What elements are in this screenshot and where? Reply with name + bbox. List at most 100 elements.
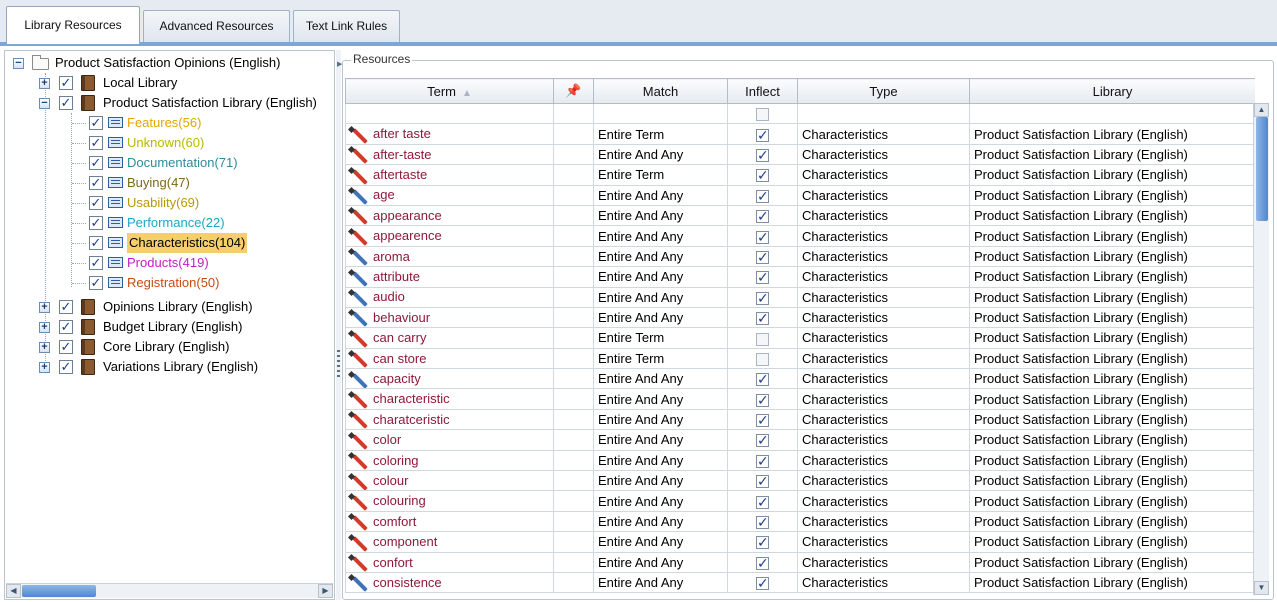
table-row[interactable]: aftertaste Entire Term ✓ Characteristics Pro… (345, 164, 1255, 186)
tree-type-item[interactable]: ✓ Characteristics(104) (5, 233, 335, 253)
table-row[interactable]: color Entire And Any ✓ Characteristics Produ… (345, 429, 1255, 451)
library-cell[interactable]: Product Satisfaction Library (English) (969, 225, 1255, 247)
checkbox-icon[interactable]: ✓ (59, 76, 73, 90)
tree-item-opinions-library[interactable]: + ✓ Opinions Library (English) (5, 297, 335, 317)
library-cell[interactable]: Product Satisfaction Library (English) (969, 306, 1255, 329)
inflect-checkbox[interactable]: ✓ (756, 230, 769, 244)
type-cell[interactable]: Characteristics (797, 184, 970, 206)
term-cell[interactable]: comfort (345, 510, 554, 533)
tab-advanced-resources[interactable]: Advanced Resources (143, 10, 290, 42)
inflect-cell[interactable]: ✓ (727, 266, 798, 288)
inflect-cell[interactable]: ✓ (727, 510, 798, 533)
type-cell[interactable]: Characteristics (797, 531, 970, 553)
pin-cell[interactable] (553, 551, 594, 573)
inflect-checkbox[interactable]: ✓ (756, 270, 769, 285)
table-row[interactable]: can carry Entire Term Characteristics Produ… (345, 327, 1255, 349)
type-cell[interactable]: Characteristics (797, 388, 970, 410)
tree-item-local-library[interactable]: + ✓ Local Library (5, 73, 335, 93)
checkbox-icon[interactable]: ✓ (89, 196, 103, 210)
type-cell[interactable]: Characteristics (797, 490, 970, 512)
type-cell[interactable]: Characteristics (797, 286, 970, 308)
pin-cell[interactable] (553, 368, 594, 390)
term-cell[interactable]: aftertaste (345, 164, 554, 186)
library-cell[interactable]: Product Satisfaction Library (English) (969, 266, 1255, 288)
pin-cell[interactable] (553, 327, 594, 349)
pin-cell[interactable] (553, 143, 594, 166)
checkbox-icon[interactable]: ✓ (89, 156, 103, 170)
inflect-cell[interactable]: ✓ (727, 531, 798, 553)
tree-type-item[interactable]: ✓ Buying(47) (5, 173, 335, 193)
inflect-cell[interactable] (727, 347, 798, 370)
type-cell[interactable]: Characteristics (797, 143, 970, 166)
term-cell[interactable]: component (345, 531, 554, 553)
match-cell[interactable]: Entire And Any (593, 388, 728, 410)
scroll-up-icon[interactable]: ▲ (1254, 103, 1269, 117)
pin-cell[interactable] (553, 429, 594, 451)
checkbox-icon[interactable]: ✓ (59, 360, 73, 374)
tab-library-resources[interactable]: Library Resources (6, 6, 140, 44)
table-row[interactable]: behaviour Entire And Any ✓ Characteristics P… (345, 306, 1255, 329)
table-row[interactable]: charatceristic Entire And Any ✓ Characteris… (345, 408, 1255, 431)
expand-icon[interactable]: + (39, 322, 50, 333)
tree-type-item[interactable]: ✓ Documentation(71) (5, 153, 335, 173)
inflect-cell[interactable]: ✓ (727, 408, 798, 431)
inflect-checkbox[interactable]: ✓ (756, 311, 769, 326)
collapse-icon[interactable]: − (13, 58, 24, 69)
term-cell[interactable]: can carry (345, 327, 554, 349)
match-cell[interactable]: Entire Term (593, 347, 728, 370)
new-type-cell[interactable] (797, 102, 970, 125)
inflect-cell[interactable]: ✓ (727, 123, 798, 145)
term-cell[interactable]: appearence (345, 225, 554, 247)
pin-cell[interactable] (553, 164, 594, 186)
pin-cell[interactable] (553, 225, 594, 247)
inflect-checkbox[interactable]: ✓ (756, 291, 769, 305)
checkbox-icon[interactable]: ✓ (89, 236, 103, 250)
tree-type-item[interactable]: ✓ Registration(50) (5, 273, 335, 293)
pin-cell[interactable] (553, 408, 594, 431)
match-cell[interactable]: Entire Term (593, 123, 728, 145)
library-cell[interactable]: Product Satisfaction Library (English) (969, 245, 1255, 268)
panel-splitter[interactable]: ▶ (336, 50, 342, 600)
pin-cell[interactable] (553, 245, 594, 268)
inflect-cell[interactable]: ✓ (727, 470, 798, 492)
inflect-cell[interactable]: ✓ (727, 225, 798, 247)
match-cell[interactable]: Entire And Any (593, 286, 728, 308)
type-cell[interactable]: Characteristics (797, 266, 970, 288)
table-row[interactable]: aroma Entire And Any ✓ Characteristics Produ… (345, 245, 1255, 268)
inflect-checkbox[interactable]: ✓ (756, 474, 769, 489)
inflect-cell[interactable]: ✓ (727, 204, 798, 227)
match-cell[interactable]: Entire And Any (593, 225, 728, 247)
table-row[interactable]: after-taste Entire And Any ✓ Characteristic… (345, 143, 1255, 166)
library-cell[interactable]: Product Satisfaction Library (English) (969, 388, 1255, 410)
inflect-cell[interactable]: ✓ (727, 551, 798, 573)
match-cell[interactable]: Entire And Any (593, 490, 728, 512)
match-cell[interactable]: Entire And Any (593, 449, 728, 472)
type-cell[interactable]: Characteristics (797, 368, 970, 390)
inflect-checkbox[interactable]: ✓ (756, 454, 769, 468)
table-row[interactable]: capacity Entire And Any ✓ Characteristics Pr… (345, 368, 1255, 390)
new-library-cell[interactable] (969, 102, 1255, 125)
table-row[interactable]: colouring Entire And Any ✓ Characteristics P… (345, 490, 1255, 512)
column-header-pin[interactable]: 📌 (553, 78, 594, 104)
scroll-thumb[interactable] (1256, 117, 1268, 221)
scroll-left-icon[interactable]: ◀ (6, 584, 21, 598)
match-cell[interactable]: Entire And Any (593, 551, 728, 573)
library-cell[interactable]: Product Satisfaction Library (English) (969, 531, 1255, 553)
term-cell[interactable]: behaviour (345, 306, 554, 329)
match-cell[interactable]: Entire And Any (593, 429, 728, 451)
table-row[interactable]: comfort Entire And Any ✓ Characteristics Pro… (345, 510, 1255, 533)
match-cell[interactable]: Entire And Any (593, 571, 728, 594)
collapse-icon[interactable]: − (39, 98, 50, 109)
match-cell[interactable]: Entire And Any (593, 368, 728, 390)
library-cell[interactable]: Product Satisfaction Library (English) (969, 143, 1255, 166)
match-cell[interactable]: Entire Term (593, 164, 728, 186)
inflect-checkbox[interactable]: ✓ (756, 393, 769, 407)
pin-cell[interactable] (553, 266, 594, 288)
library-cell[interactable]: Product Satisfaction Library (English) (969, 470, 1255, 492)
match-cell[interactable]: Entire And Any (593, 204, 728, 227)
library-cell[interactable]: Product Satisfaction Library (English) (969, 510, 1255, 533)
new-entry-row[interactable] (345, 102, 1255, 125)
term-cell[interactable]: charatceristic (345, 408, 554, 431)
table-row[interactable]: attribute Entire And Any ✓ Characteristics P… (345, 266, 1255, 288)
checkbox-icon[interactable]: ✓ (59, 96, 73, 110)
